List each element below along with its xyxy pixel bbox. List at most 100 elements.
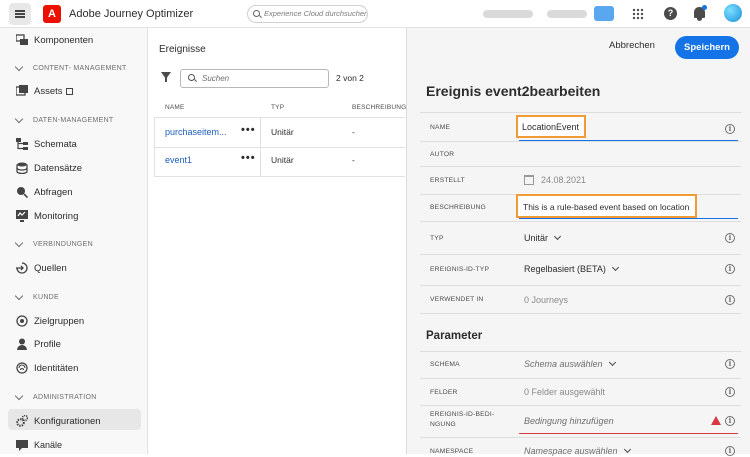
- event-description-cell: -: [352, 127, 355, 137]
- info-icon[interactable]: i: [725, 264, 735, 274]
- menu-icon[interactable]: [9, 3, 31, 25]
- save-button[interactable]: Speichern: [675, 36, 739, 59]
- results-count: 2 von 2: [336, 73, 364, 83]
- section-label: ADMINISTRATION: [33, 393, 97, 401]
- section-administration[interactable]: ADMINISTRATION: [14, 390, 97, 404]
- alert-icon: [711, 416, 721, 425]
- condition-error-underline: [519, 433, 738, 434]
- events-list-title: Ereignisse: [159, 44, 206, 55]
- sidebar-item-label: Kanäle: [34, 440, 63, 450]
- schema-icon: [16, 138, 28, 150]
- sidebar-item-identitaeten[interactable]: Identitäten: [16, 359, 78, 377]
- label-line: NGUNG: [430, 421, 456, 428]
- divider: [420, 166, 741, 167]
- description-input[interactable]: This is a rule-based event based on loca…: [516, 194, 697, 218]
- info-icon[interactable]: i: [725, 124, 735, 134]
- row-more-actions-icon[interactable]: •••: [241, 124, 256, 136]
- environment-button[interactable]: [594, 6, 614, 21]
- apps-grid-icon[interactable]: [632, 8, 644, 20]
- sidebar-item-label: Zielgruppen: [34, 315, 85, 327]
- sidebar-item-schemata[interactable]: Schemata: [16, 135, 77, 153]
- sidebar-item-label: Identitäten: [34, 362, 79, 374]
- sidebar-item-assets[interactable]: Assets: [15, 82, 73, 100]
- divider: [154, 117, 405, 118]
- events-search-placeholder: Suchen: [202, 74, 230, 83]
- schema-select[interactable]: Schema auswählen: [524, 359, 616, 369]
- org-selector[interactable]: [547, 10, 587, 18]
- sidebar-item-komponenten[interactable]: Komponenten: [15, 31, 94, 49]
- add-condition-link[interactable]: Bedingung hinzufügen: [524, 416, 614, 426]
- name-input[interactable]: LocationEvent: [516, 115, 586, 138]
- app-name: Adobe Journey Optimizer: [69, 8, 194, 20]
- field-label-description: BESCHREIBUNG: [430, 204, 486, 211]
- adobe-logo-icon: A: [43, 5, 61, 23]
- event-name-link[interactable]: purchaseitem...: [165, 127, 227, 137]
- global-search-input[interactable]: Experience Cloud durchsuchen ...: [247, 5, 368, 23]
- cancel-button[interactable]: Abbrechen: [609, 40, 655, 51]
- sandbox-selector[interactable]: [483, 10, 533, 18]
- sidebar-item-profile[interactable]: Profile: [16, 335, 61, 353]
- namespace-select-placeholder: Namespace auswählen: [524, 446, 618, 456]
- column-header-name[interactable]: NAME: [165, 104, 185, 111]
- page-title: Ereignis event2bearbeiten: [426, 83, 601, 99]
- filter-icon[interactable]: [161, 72, 171, 82]
- type-select[interactable]: Unitär: [524, 233, 562, 243]
- used-in-value: 0 Journeys: [524, 295, 569, 305]
- sidebar-item-label: Komponenten: [34, 34, 94, 46]
- divider: [420, 437, 741, 438]
- sidebar-item-label: Assets: [34, 85, 63, 97]
- field-label-namespace: NAMESPACE: [430, 448, 474, 455]
- monitoring-icon: [16, 210, 28, 222]
- info-icon[interactable]: i: [725, 387, 735, 397]
- section-kunde[interactable]: KUNDE: [14, 290, 59, 304]
- global-search-placeholder: Experience Cloud durchsuchen ...: [264, 9, 368, 18]
- field-label-fields: FELDER: [430, 389, 458, 396]
- section-content-management[interactable]: CONTENT- MANAGEMENT: [14, 61, 127, 75]
- sidebar-item-label: Quellen: [34, 262, 67, 274]
- help-icon[interactable]: ?: [664, 7, 677, 20]
- sidebar-item-datensaetze[interactable]: Datensätze: [16, 159, 82, 177]
- info-icon[interactable]: i: [725, 446, 735, 456]
- description-input-value: This is a rule-based event based on loca…: [523, 202, 690, 212]
- parameters-section-title: Parameter: [426, 330, 483, 342]
- sidebar-item-monitoring[interactable]: Monitoring: [16, 207, 78, 225]
- column-header-description[interactable]: BESCHREIBUNG: [352, 104, 406, 111]
- events-search-input[interactable]: Suchen: [180, 69, 329, 88]
- section-label: CONTENT- MANAGEMENT: [33, 64, 127, 72]
- top-bar: A Adobe Journey Optimizer Experience Clo…: [0, 0, 750, 28]
- event-description-cell: -: [352, 155, 355, 165]
- section-verbindungen[interactable]: VERBINDUNGEN: [14, 237, 93, 251]
- info-icon[interactable]: i: [725, 359, 735, 369]
- avatar[interactable]: [724, 4, 742, 22]
- event-id-type-select[interactable]: Regelbasiert (BETA): [524, 264, 619, 274]
- chevron-down-icon: [14, 291, 24, 300]
- divider: [154, 147, 405, 148]
- event-type-cell: Unitär: [271, 155, 294, 165]
- section-daten-management[interactable]: DATEN-MANAGEMENT: [14, 113, 114, 127]
- type-select-value: Unitär: [524, 233, 549, 243]
- namespace-select[interactable]: Namespace auswählen: [524, 446, 631, 456]
- sidebar-item-zielgruppen[interactable]: Zielgruppen: [16, 312, 84, 330]
- field-label-author: AUTOR: [430, 151, 455, 158]
- fields-selected-value: 0 Felder ausgewählt: [524, 387, 606, 397]
- column-header-type[interactable]: TYP: [271, 104, 284, 111]
- sidebar-item-konfigurationen[interactable]: Konfigurationen: [16, 412, 101, 430]
- chevron-down-icon: [14, 62, 24, 71]
- event-name-link[interactable]: event1: [165, 155, 192, 165]
- info-icon[interactable]: i: [725, 295, 735, 305]
- event-type-cell: Unitär: [271, 127, 294, 137]
- chevron-down-icon: [14, 391, 24, 400]
- external-link-icon: [65, 87, 73, 95]
- profile-icon: [16, 338, 28, 350]
- edit-event-panel: Abbrechen Speichern Ereignis event2bearb…: [406, 28, 750, 456]
- row-more-actions-icon[interactable]: •••: [241, 152, 256, 164]
- field-label-event-id-condition: EREIGNIS-ID-BEDI- NGUNG: [430, 410, 494, 430]
- chevron-down-icon: [553, 233, 562, 241]
- info-icon[interactable]: i: [725, 233, 735, 243]
- gear-icon: [16, 414, 29, 427]
- sidebar-item-abfragen[interactable]: Abfragen: [16, 183, 73, 201]
- info-icon[interactable]: i: [725, 416, 735, 426]
- components-icon: [15, 34, 28, 46]
- sidebar-item-kanaele[interactable]: Kanäle: [16, 436, 62, 454]
- sidebar-item-quellen[interactable]: Quellen: [16, 259, 67, 277]
